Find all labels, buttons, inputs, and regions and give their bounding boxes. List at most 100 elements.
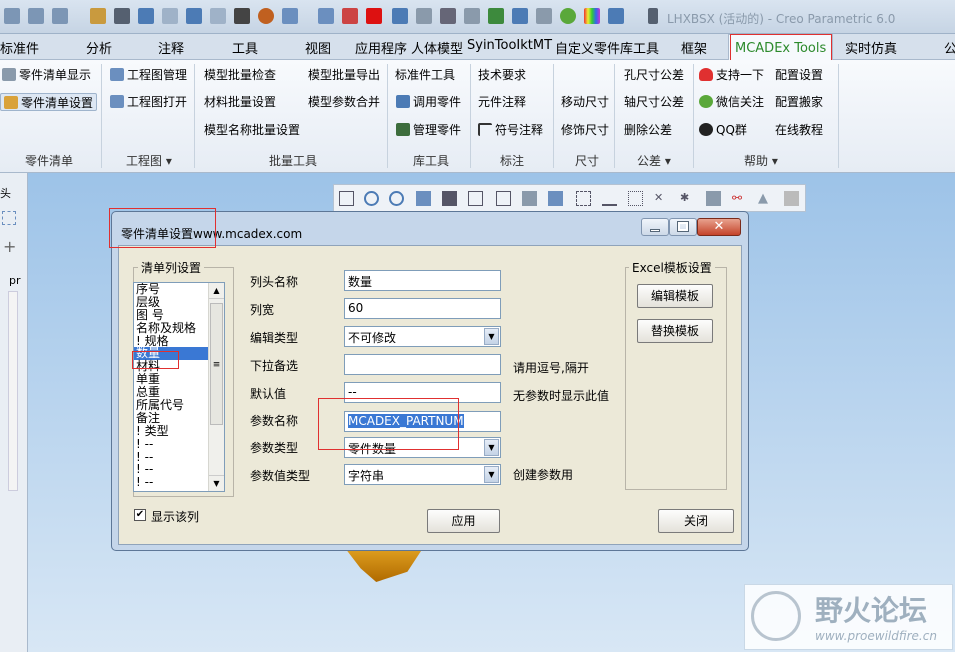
csys-icon[interactable] <box>512 8 528 24</box>
group-tolerance[interactable]: 公差 ▾ <box>637 152 671 169</box>
hole-tolerance-button[interactable]: 孔尺寸公差 <box>624 66 684 84</box>
refit-icon[interactable] <box>339 191 354 206</box>
model-batch-check-button[interactable]: 模型批量检查 <box>204 66 276 84</box>
perspective-icon[interactable] <box>522 191 537 206</box>
model-batch-export-button[interactable]: 模型批量导出 <box>308 66 380 84</box>
section-icon[interactable] <box>548 191 563 206</box>
online-tutorial-button[interactable]: 在线教程 <box>775 121 823 139</box>
material-batch-setup-button[interactable]: 材料批量设置 <box>204 93 276 111</box>
regenerate-icon[interactable] <box>90 8 106 24</box>
view-manager-icon[interactable] <box>496 191 511 206</box>
scroll-down-icon[interactable]: ▼ <box>209 475 224 491</box>
show-column-checkbox[interactable]: ✔ <box>134 509 146 521</box>
parts-list-show-button[interactable]: 零件清单显示 <box>2 66 91 84</box>
wechat-follow-button[interactable]: 微信关注 <box>699 93 764 111</box>
tab-mcadex-tools[interactable]: MCADEx Tools <box>728 34 834 61</box>
tab-more[interactable]: 公 <box>944 38 955 58</box>
tech-requirements-button[interactable]: 技术要求 <box>478 66 526 84</box>
sphere-icon[interactable] <box>560 8 576 24</box>
target-icon[interactable] <box>258 8 274 24</box>
drawing-open-button[interactable]: 工程图打开 <box>110 93 187 111</box>
tab-analysis[interactable]: 分析 <box>86 38 112 58</box>
panel-tab-pr[interactable]: pr <box>9 274 21 287</box>
column-listbox[interactable]: 序号 层级图 号名称及规格! 规格 数量 材料 单重 总重 所属代号 备注! 类型! --! … <box>133 282 225 492</box>
point-display-icon[interactable] <box>628 191 643 206</box>
tab-custom-library[interactable]: 自定义零件库工具 <box>555 38 659 58</box>
tree-icon[interactable] <box>138 8 154 24</box>
listbox-scrollbar[interactable]: ▲ ≡ ▼ <box>208 283 224 491</box>
sheet-icon[interactable] <box>210 8 226 24</box>
scroll-up-icon[interactable]: ▲ <box>209 283 224 299</box>
plus-icon[interactable]: + <box>3 237 16 256</box>
measure-icon[interactable] <box>536 8 552 24</box>
component-note-button[interactable]: 元件注释 <box>478 93 526 111</box>
model-param-merge-button[interactable]: 模型参数合并 <box>308 93 380 111</box>
model-name-batch-button[interactable]: 模型名称批量设置 <box>204 121 300 139</box>
cube-icon[interactable] <box>608 8 624 24</box>
spin-center-icon[interactable]: ✱ <box>680 191 695 206</box>
minimize-button[interactable] <box>641 218 669 236</box>
tab-standard-parts[interactable]: 标准件 <box>0 38 39 58</box>
panel-collapse-label[interactable]: 头 <box>0 185 11 201</box>
shaft-tolerance-button[interactable]: 轴尺寸公差 <box>624 93 684 111</box>
color-icon[interactable] <box>584 8 600 24</box>
display-style-icon[interactable] <box>442 191 457 206</box>
col-name-input[interactable]: 数量 <box>344 270 501 291</box>
config-move-button[interactable]: 配置搬家 <box>775 93 823 111</box>
window-icon[interactable] <box>282 8 298 24</box>
close-icon[interactable] <box>366 8 382 24</box>
scroll-thumb[interactable]: ≡ <box>210 303 223 425</box>
tab-applications[interactable]: 应用程序 <box>355 38 407 58</box>
tab-realtime-sim[interactable]: 实时仿真 <box>845 38 897 58</box>
tab-annotate[interactable]: 注释 <box>158 38 184 58</box>
manage-part-button[interactable]: 管理零件 <box>396 121 461 139</box>
doc-icon[interactable] <box>162 8 178 24</box>
customize-qa-icon[interactable] <box>648 8 658 24</box>
annotation-display-icon[interactable] <box>706 191 721 206</box>
move-dimension-button[interactable]: 移动尺寸 <box>561 93 609 111</box>
replace-template-button[interactable]: 替换模板 <box>637 319 713 343</box>
zoom-in-icon[interactable] <box>364 191 379 206</box>
connection-icon[interactable]: ⚯ <box>732 191 747 206</box>
csys-display-icon[interactable]: ✕ <box>654 191 669 206</box>
repaint-icon[interactable] <box>416 191 431 206</box>
tab-human-model[interactable]: 人体模型 <box>411 38 463 58</box>
warning-icon[interactable]: ▲ <box>758 191 773 206</box>
grid-icon[interactable] <box>2 211 16 225</box>
close-window-icon[interactable] <box>318 8 334 24</box>
plane-display-icon[interactable] <box>576 191 591 206</box>
close-window-button[interactable]: ✕ <box>697 218 741 236</box>
qq-group-button[interactable]: QQ群 <box>699 121 747 139</box>
standard-part-tools-button[interactable]: 标准件工具 <box>395 66 455 84</box>
redo-dropdown-icon[interactable] <box>52 8 68 24</box>
group-drawing[interactable]: 工程图 ▾ <box>126 152 172 169</box>
chevron-down-icon[interactable]: ▼ <box>484 439 499 456</box>
config-settings-button[interactable]: 配置设置 <box>775 66 823 84</box>
panel-scrollbar[interactable] <box>8 291 18 491</box>
tab-tools[interactable]: 工具 <box>232 38 258 58</box>
gear-icon[interactable] <box>234 8 250 24</box>
zoom-out-icon[interactable] <box>389 191 404 206</box>
chevron-down-icon[interactable]: ▼ <box>484 466 499 483</box>
copy-icon[interactable] <box>342 8 358 24</box>
drawing-manage-button[interactable]: 工程图管理 <box>110 66 187 84</box>
param-icon[interactable] <box>186 8 202 24</box>
symbol-note-button[interactable]: 符号注释 <box>478 121 543 139</box>
eye-icon[interactable] <box>440 8 456 24</box>
tab-frame[interactable]: 框架 <box>681 38 707 58</box>
maximize-button[interactable] <box>669 218 697 236</box>
support-button[interactable]: 支持一下 <box>699 66 764 84</box>
modify-dimension-button[interactable]: 修饰尺寸 <box>561 121 609 139</box>
edit-template-button[interactable]: 编辑模板 <box>637 284 713 308</box>
more-views-icon[interactable] <box>784 191 799 206</box>
axis-display-icon[interactable] <box>602 191 617 206</box>
parts-list-setup-button[interactable]: 零件清单设置 <box>0 93 98 111</box>
rotate-icon[interactable] <box>416 8 432 24</box>
undo-icon[interactable] <box>4 8 20 24</box>
chevron-down-icon[interactable]: ▼ <box>484 328 499 345</box>
tool-icon[interactable] <box>114 8 130 24</box>
param-type-select[interactable]: 零件数量 ▼ <box>344 437 501 458</box>
redo-icon[interactable] <box>28 8 44 24</box>
tab-view[interactable]: 视图 <box>305 38 331 58</box>
group-help[interactable]: 帮助 ▾ <box>744 152 778 169</box>
